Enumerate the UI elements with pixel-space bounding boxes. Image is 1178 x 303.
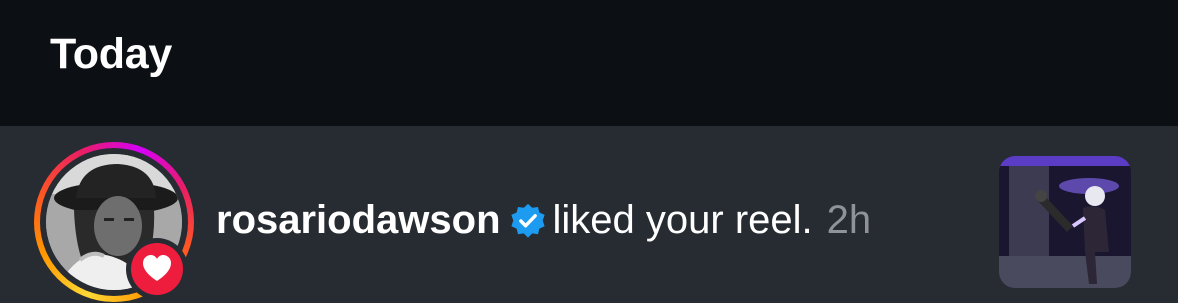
notification-row[interactable]: rosariodawson liked your reel. 2h xyxy=(0,126,1178,303)
heart-icon xyxy=(143,255,171,281)
verified-badge-icon xyxy=(510,203,545,238)
timestamp: 2h xyxy=(826,198,872,242)
section-header: Today xyxy=(0,0,1178,126)
section-title: Today xyxy=(50,30,172,78)
notification-text: rosariodawson liked your reel. 2h xyxy=(216,198,871,243)
like-badge xyxy=(126,238,188,300)
username-link[interactable]: rosariodawson xyxy=(216,198,501,243)
reel-thumbnail[interactable] xyxy=(999,156,1131,288)
reel-thumbnail-icon xyxy=(999,156,1131,288)
action-text: liked your reel. xyxy=(552,198,813,242)
